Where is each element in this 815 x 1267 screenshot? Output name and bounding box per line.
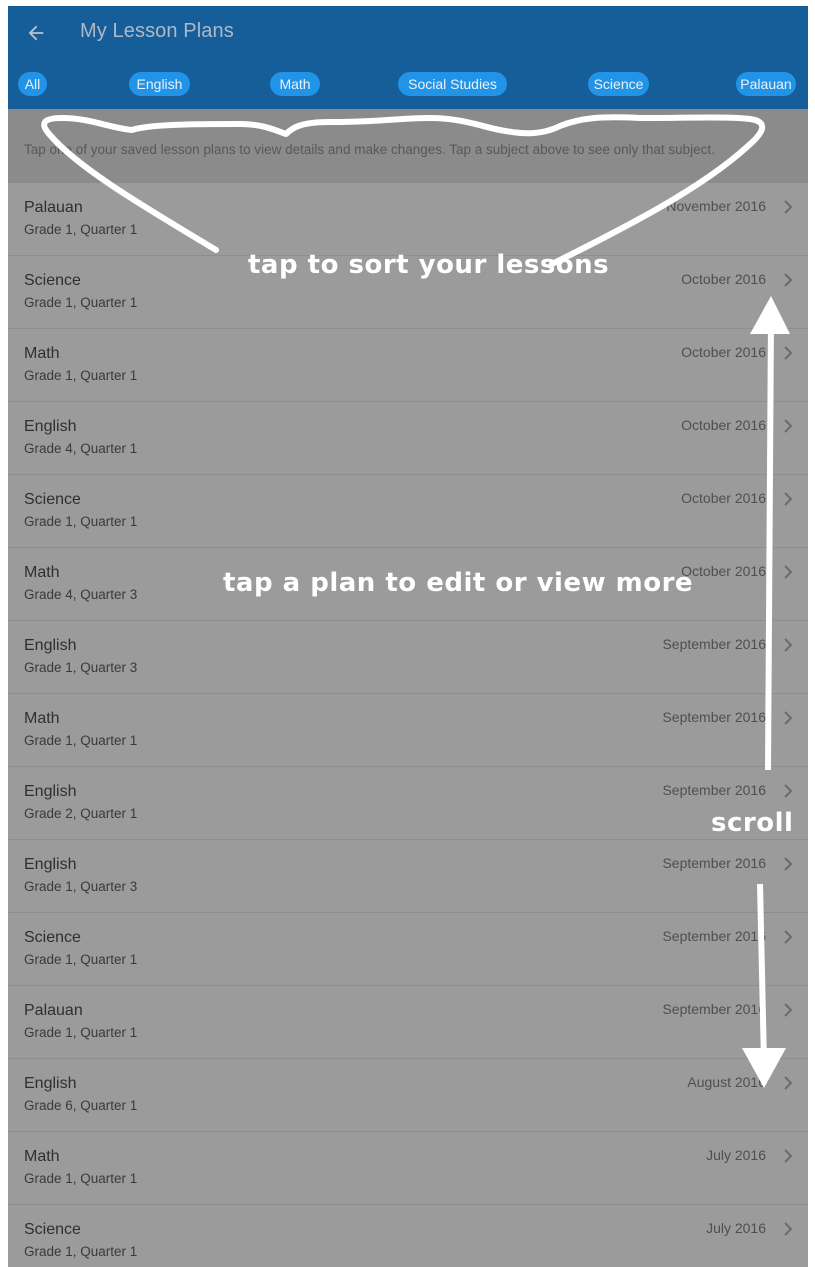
lesson-subject: Palauan <box>24 1002 83 1019</box>
chevron-right-icon <box>784 638 793 652</box>
lesson-row[interactable]: Math Grade 1, Quarter 1 July 2016 <box>8 1132 808 1205</box>
lesson-date: July 2016 <box>706 1147 766 1163</box>
lesson-subject: Science <box>24 491 81 508</box>
lesson-subject: Science <box>24 1221 81 1238</box>
chevron-right-icon <box>784 1076 793 1090</box>
arrow-left-icon[interactable] <box>25 22 47 44</box>
lesson-grade: Grade 1, Quarter 1 <box>24 1244 138 1259</box>
lesson-subject: English <box>24 1075 77 1092</box>
lesson-subject: Math <box>24 345 60 362</box>
lesson-row[interactable]: Science Grade 1, Quarter 1 October 2016 <box>8 475 808 548</box>
lesson-date: October 2016 <box>681 417 766 433</box>
lesson-grade: Grade 1, Quarter 3 <box>24 660 138 675</box>
lesson-grade: Grade 1, Quarter 3 <box>24 879 138 894</box>
lesson-row[interactable]: Math Grade 1, Quarter 1 October 2016 <box>8 329 808 402</box>
lesson-date: September 2016 <box>662 928 766 944</box>
lesson-subject: Palauan <box>24 199 83 216</box>
annotation-sort: tap to sort your lessons <box>248 250 610 280</box>
lesson-date: September 2016 <box>662 636 766 652</box>
lesson-date: September 2016 <box>662 855 766 871</box>
chevron-right-icon <box>784 711 793 725</box>
filter-chip-science[interactable]: Science <box>588 72 649 96</box>
lesson-grade: Grade 4, Quarter 3 <box>24 587 138 602</box>
filter-chip-palauan[interactable]: Palauan <box>736 72 796 96</box>
filter-chip-math[interactable]: Math <box>270 72 320 96</box>
instructions-text: Tap one of your saved lesson plans to vi… <box>24 142 715 157</box>
lesson-row[interactable]: English Grade 1, Quarter 3 September 2016 <box>8 621 808 694</box>
lesson-grade: Grade 1, Quarter 1 <box>24 368 138 383</box>
chevron-right-icon <box>784 565 793 579</box>
chevron-right-icon <box>784 1149 793 1163</box>
lesson-subject: English <box>24 856 77 873</box>
app-bar: My Lesson Plans All English Math Social … <box>8 6 808 109</box>
annotation-scroll: scroll <box>711 808 794 838</box>
chevron-right-icon <box>784 492 793 506</box>
lesson-row[interactable]: Math Grade 1, Quarter 1 September 2016 <box>8 694 808 767</box>
lesson-subject: Math <box>24 564 60 581</box>
lesson-subject: Math <box>24 710 60 727</box>
lesson-date: October 2016 <box>681 563 766 579</box>
lesson-subject: Math <box>24 1148 60 1165</box>
lesson-date: September 2016 <box>662 782 766 798</box>
chevron-right-icon <box>784 419 793 433</box>
lesson-date: October 2016 <box>681 490 766 506</box>
lesson-plans-screen: My Lesson Plans All English Math Social … <box>8 6 808 1267</box>
lesson-subject: English <box>24 418 77 435</box>
lesson-date: August 2016 <box>687 1074 766 1090</box>
lesson-list[interactable]: Palauan Grade 1, Quarter 1 November 2016 Sc… <box>8 183 808 1267</box>
chevron-right-icon <box>784 1222 793 1236</box>
lesson-grade: Grade 1, Quarter 1 <box>24 222 138 237</box>
lesson-grade: Grade 1, Quarter 1 <box>24 295 138 310</box>
chevron-right-icon <box>784 1003 793 1017</box>
filter-chip-social-studies[interactable]: Social Studies <box>398 72 507 96</box>
lesson-row[interactable]: English Grade 1, Quarter 3 September 2016 <box>8 840 808 913</box>
lesson-row[interactable]: English Grade 2, Quarter 1 September 2016 <box>8 767 808 840</box>
lesson-grade: Grade 2, Quarter 1 <box>24 806 138 821</box>
filter-chip-english[interactable]: English <box>129 72 190 96</box>
lesson-grade: Grade 6, Quarter 1 <box>24 1098 138 1113</box>
page-title: My Lesson Plans <box>80 20 234 42</box>
lesson-date: November 2016 <box>666 198 766 214</box>
lesson-grade: Grade 4, Quarter 1 <box>24 441 138 456</box>
lesson-subject: English <box>24 783 77 800</box>
annotation-edit: tap a plan to edit or view more <box>223 568 694 598</box>
lesson-grade: Grade 1, Quarter 1 <box>24 1025 138 1040</box>
chevron-right-icon <box>784 784 793 798</box>
lesson-date: July 2016 <box>706 1220 766 1236</box>
lesson-row[interactable]: English Grade 6, Quarter 1 August 2016 <box>8 1059 808 1132</box>
lesson-grade: Grade 1, Quarter 1 <box>24 952 138 967</box>
lesson-row[interactable]: Science Grade 1, Quarter 1 July 2016 <box>8 1205 808 1267</box>
chevron-right-icon <box>784 930 793 944</box>
chevron-right-icon <box>784 346 793 360</box>
lesson-subject: Science <box>24 929 81 946</box>
lesson-row[interactable]: Palauan Grade 1, Quarter 1 November 2016 <box>8 183 808 256</box>
lesson-grade: Grade 1, Quarter 1 <box>24 514 138 529</box>
lesson-row[interactable]: English Grade 4, Quarter 1 October 2016 <box>8 402 808 475</box>
filter-chip-all[interactable]: All <box>18 72 47 96</box>
chevron-right-icon <box>784 273 793 287</box>
lesson-date: October 2016 <box>681 271 766 287</box>
lesson-grade: Grade 1, Quarter 1 <box>24 733 138 748</box>
chevron-right-icon <box>784 200 793 214</box>
lesson-row[interactable]: Palauan Grade 1, Quarter 1 September 2016 <box>8 986 808 1059</box>
lesson-grade: Grade 1, Quarter 1 <box>24 1171 138 1186</box>
lesson-date: September 2016 <box>662 709 766 725</box>
instructions-bar: Tap one of your saved lesson plans to vi… <box>8 109 808 183</box>
lesson-subject: Science <box>24 272 81 289</box>
lesson-date: September 2016 <box>662 1001 766 1017</box>
lesson-subject: English <box>24 637 77 654</box>
lesson-date: October 2016 <box>681 344 766 360</box>
lesson-row[interactable]: Science Grade 1, Quarter 1 September 2016 <box>8 913 808 986</box>
chevron-right-icon <box>784 857 793 871</box>
